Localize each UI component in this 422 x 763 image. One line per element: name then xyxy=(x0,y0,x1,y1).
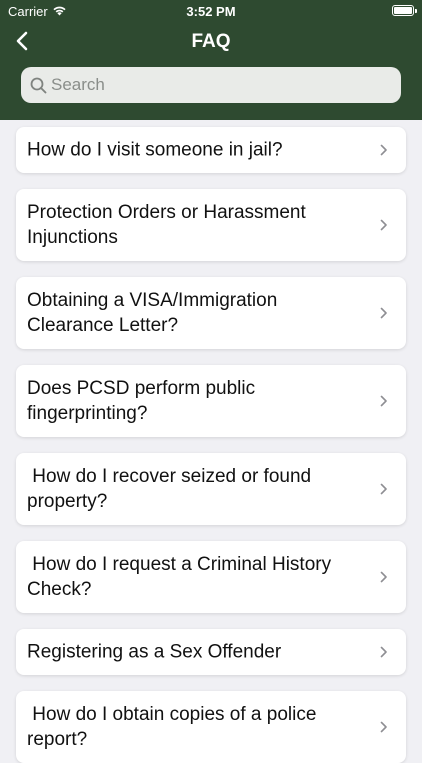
chevron-right-icon xyxy=(380,395,387,407)
chevron-right-icon xyxy=(380,571,387,583)
chevron-right-icon xyxy=(380,219,387,231)
search-bar[interactable] xyxy=(21,67,401,103)
status-time: 3:52 PM xyxy=(186,4,236,19)
faq-item-visit-jail[interactable]: How do I visit someone in jail? xyxy=(16,127,406,173)
faq-item-label: How do I request a Criminal History Chec… xyxy=(27,554,337,600)
chevron-right-icon xyxy=(380,307,387,319)
faq-item-visa-clearance[interactable]: Obtaining a VISA/Immigration Clearance L… xyxy=(16,277,406,349)
search-icon xyxy=(29,76,47,94)
battery-icon xyxy=(392,5,417,16)
faq-item-sex-offender[interactable]: Registering as a Sex Offender xyxy=(16,629,406,675)
faq-item-fingerprinting[interactable]: Does PCSD perform public fingerprinting? xyxy=(16,365,406,437)
faq-item-label: Registering as a Sex Offender xyxy=(27,641,282,663)
faq-item-recover-property[interactable]: How do I recover seized or found propert… xyxy=(16,453,406,525)
chevron-right-icon xyxy=(380,483,387,495)
faq-item-label: How do I recover seized or found propert… xyxy=(27,466,317,512)
faq-item-label: Does PCSD perform public fingerprinting? xyxy=(27,378,261,424)
chevron-right-icon xyxy=(380,646,387,658)
chevron-right-icon xyxy=(380,721,387,733)
faq-item-protection-orders[interactable]: Protection Orders or Harassment Injuncti… xyxy=(16,189,406,261)
faq-item-criminal-history[interactable]: How do I request a Criminal History Chec… xyxy=(16,541,406,613)
nav-bar: FAQ xyxy=(0,26,422,60)
search-input[interactable] xyxy=(51,75,381,95)
faq-item-label: How do I visit someone in jail? xyxy=(27,139,283,161)
faq-item-label: How do I obtain copies of a police repor… xyxy=(27,704,322,750)
faq-item-label: Protection Orders or Harassment Injuncti… xyxy=(27,202,312,248)
header: Carrier 3:52 PM FAQ xyxy=(0,0,422,120)
faq-item-label: Obtaining a VISA/Immigration Clearance L… xyxy=(27,290,283,336)
faq-item-police-report[interactable]: How do I obtain copies of a police repor… xyxy=(16,691,406,763)
chevron-right-icon xyxy=(380,144,387,156)
page-title: FAQ xyxy=(191,31,231,52)
status-bar: Carrier 3:52 PM xyxy=(0,0,422,22)
